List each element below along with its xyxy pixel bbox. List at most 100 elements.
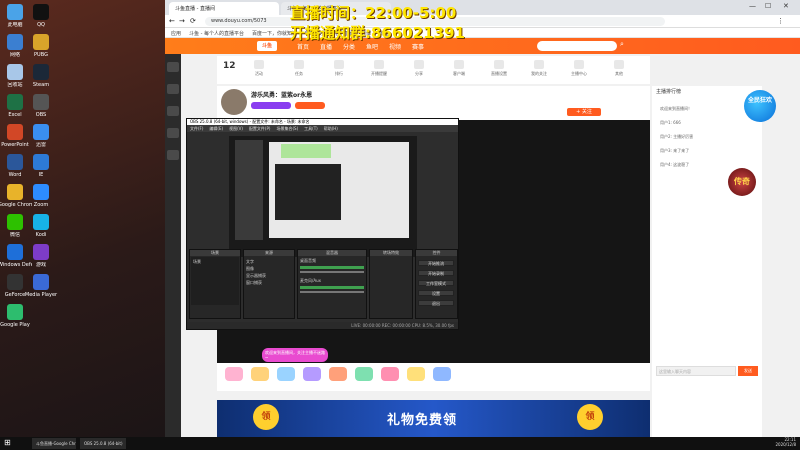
toolbar-item[interactable]: 排行: [327, 60, 351, 77]
mixer-mic-slider[interactable]: [300, 291, 364, 293]
bookmark-item[interactable]: 斗鱼 - 每个人的直播平台: [189, 31, 244, 37]
taskbar-app-obs[interactable]: OBS 25.0.8 (64-bit): [80, 438, 126, 449]
obs-control-button[interactable]: 退出: [418, 300, 454, 306]
obs-menu-item[interactable]: 工具(T): [304, 126, 318, 131]
desktop-icon[interactable]: Zoom: [24, 184, 58, 214]
obs-menu-item[interactable]: 场景集合(S): [276, 126, 298, 131]
app-icon: [7, 304, 23, 320]
site-nav-item[interactable]: 分类: [343, 42, 355, 51]
desktop-icon[interactable]: QQ: [24, 4, 58, 34]
toolbar-item[interactable]: 客户端: [447, 60, 471, 77]
gift-icon[interactable]: [225, 367, 243, 381]
forward-icon[interactable]: →: [179, 17, 185, 25]
browser-tab-1[interactable]: 斗鱼直播 - 直播间: [169, 2, 279, 15]
site-nav-item[interactable]: 直播: [320, 42, 332, 51]
taskbar-app-chrome[interactable]: 斗鱼直播-Google Chrome: [32, 438, 76, 449]
site-nav-item[interactable]: 鱼吧: [366, 42, 378, 51]
toolbar-item[interactable]: 主播中心: [567, 60, 591, 77]
preview-nested-obs: [275, 164, 341, 220]
source-item[interactable]: 窗口捕获: [246, 280, 292, 286]
source-item[interactable]: 显示器捕获: [246, 273, 292, 279]
banner-title: 礼物免费领: [387, 413, 458, 428]
desktop-icon[interactable]: Kodi: [24, 214, 58, 244]
desktop-icon[interactable]: OBS: [24, 94, 58, 124]
chat-message: 用户3: 来了来了: [660, 148, 690, 153]
toolbar-item-icon: [574, 60, 584, 69]
source-item[interactable]: 图像: [246, 266, 292, 272]
desktop-icon[interactable]: Google Play: [0, 304, 32, 334]
gift-icon[interactable]: [303, 367, 321, 381]
douyu-logo[interactable]: 斗鱼: [257, 41, 277, 51]
banner-left-coin[interactable]: 领: [253, 404, 279, 430]
bookmark-item[interactable]: 应用: [171, 31, 181, 37]
avatar[interactable]: [221, 89, 247, 115]
toolbar-item-icon: [614, 60, 624, 69]
gift-icon[interactable]: [355, 367, 373, 381]
gift-icon[interactable]: [251, 367, 269, 381]
toolbar-item[interactable]: 其他: [607, 60, 631, 77]
maximize-icon[interactable]: ☐: [765, 2, 771, 10]
site-nav-item[interactable]: 首页: [297, 42, 309, 51]
obs-menu-item[interactable]: 文件(F): [190, 126, 203, 131]
game-badge-icon[interactable]: 传奇: [728, 168, 756, 196]
toolbar-item-icon: [294, 60, 304, 69]
app-icon: [7, 94, 23, 110]
obs-control-button[interactable]: 开始录制: [418, 270, 454, 276]
obs-menu-item[interactable]: 编辑(E): [209, 126, 223, 131]
obs-control-button[interactable]: 开始推流: [418, 260, 454, 266]
mixer-desktop-slider[interactable]: [300, 271, 364, 273]
desktop-icon-label: Media Player: [24, 292, 58, 298]
promo-badge-icon[interactable]: 全民狂欢: [744, 90, 776, 122]
search-icon[interactable]: ⌕: [620, 40, 624, 49]
banner-right-coin[interactable]: 领: [577, 404, 603, 430]
obs-menu-item[interactable]: 帮助(H): [324, 126, 338, 131]
gift-icon[interactable]: [381, 367, 399, 381]
back-icon[interactable]: ←: [169, 17, 175, 25]
toolbar-item[interactable]: 开播提醒: [367, 60, 391, 77]
toolbar-item[interactable]: 分享: [407, 60, 431, 77]
gift-icon[interactable]: [329, 367, 347, 381]
app-icon: [7, 64, 23, 80]
toolbar-item-icon: [374, 60, 384, 69]
obs-control-button[interactable]: 设置: [418, 290, 454, 296]
desktop-icon[interactable]: Media Player: [24, 274, 58, 304]
chat-send-button[interactable]: 发送: [738, 366, 758, 376]
sidebar-follow-icon[interactable]: [167, 84, 179, 94]
mixer-desktop-label: 桌面音频: [300, 258, 316, 263]
follow-button[interactable]: + 关注: [567, 108, 601, 116]
obs-menu-item[interactable]: 视图(V): [229, 126, 243, 131]
toolbar-item[interactable]: 直播设置: [487, 60, 511, 77]
sidebar-home-icon[interactable]: [167, 62, 179, 72]
sidebar-video-icon[interactable]: [167, 150, 179, 160]
reload-icon[interactable]: ⟳: [190, 17, 196, 25]
minimize-icon[interactable]: —: [749, 2, 756, 10]
sidebar-category-icon[interactable]: [167, 128, 179, 138]
obs-menu-item[interactable]: 配置文件(P): [249, 126, 271, 131]
desktop-icon[interactable]: PUBG: [24, 34, 58, 64]
chat-input[interactable]: 这里输入聊天内容: [656, 366, 736, 376]
start-icon[interactable]: ⊞: [4, 438, 11, 447]
toolbar-item[interactable]: 活动: [247, 60, 271, 77]
gift-icon[interactable]: [277, 367, 295, 381]
toolbar-item-label: 开播提醒: [371, 71, 387, 76]
desktop-icon[interactable]: Steam: [24, 64, 58, 94]
menu-icon[interactable]: ⋮: [777, 17, 784, 25]
toolbar-item[interactable]: 我的关注: [527, 60, 551, 77]
close-icon[interactable]: ✕: [783, 2, 789, 10]
app-icon: [33, 274, 49, 290]
toolbar-item[interactable]: 任务: [287, 60, 311, 77]
site-nav-item[interactable]: 视频: [389, 42, 401, 51]
desktop-icon[interactable]: 游戏: [24, 244, 58, 274]
source-item[interactable]: 文字: [246, 259, 292, 265]
gift-icon[interactable]: [433, 367, 451, 381]
app-icon: [33, 124, 49, 140]
sidebar-history-icon[interactable]: [167, 106, 179, 116]
site-search-input[interactable]: [537, 41, 617, 51]
scene-item[interactable]: 场景: [193, 259, 201, 264]
site-nav-item[interactable]: 赛事: [412, 42, 424, 51]
desktop-icon[interactable]: IE: [24, 154, 58, 184]
desktop-icon[interactable]: 迅雷: [24, 124, 58, 154]
obs-control-button[interactable]: 工作室模式: [418, 280, 454, 286]
gift-icon[interactable]: [407, 367, 425, 381]
promo-banner[interactable]: 领 礼物免费领 领: [217, 400, 650, 437]
